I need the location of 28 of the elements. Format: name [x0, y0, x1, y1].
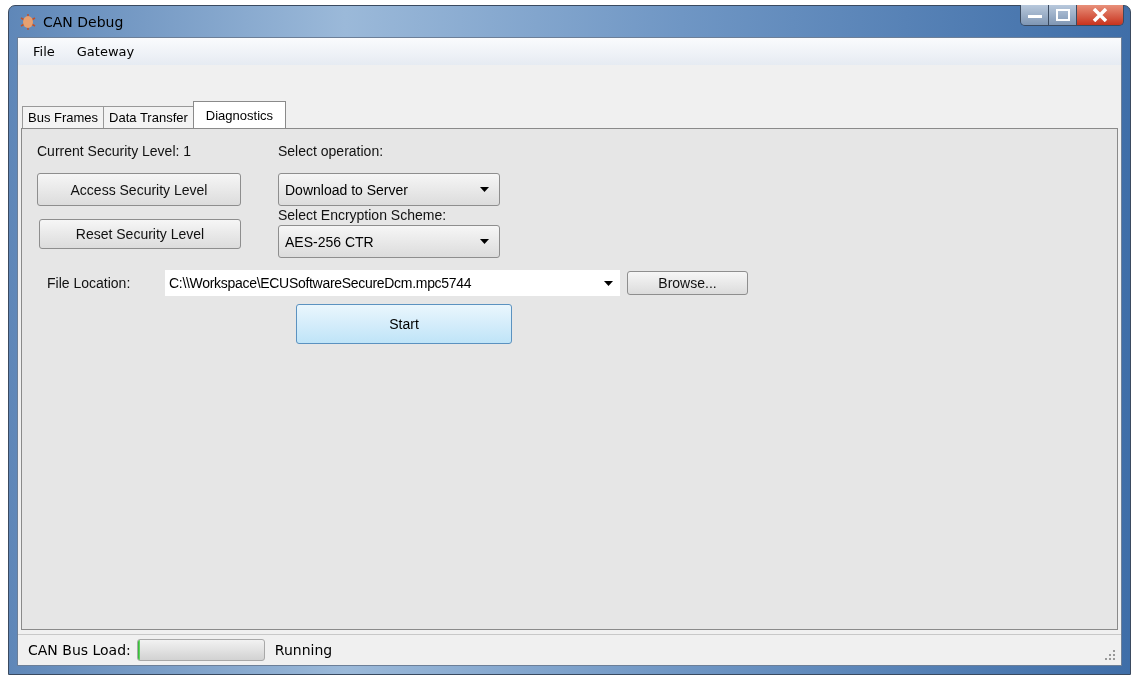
menu-item[interactable]: File: [32, 44, 56, 59]
file-location-label: File Location:: [47, 275, 132, 291]
bug-icon: [19, 12, 37, 31]
operation-label: Select operation:: [278, 143, 384, 161]
encryption-dropdown[interactable]: AES-256 CTR: [278, 225, 500, 258]
window-title: CAN Debug: [43, 13, 124, 30]
reset-security-button[interactable]: Reset Security Level: [39, 219, 241, 249]
bus-load-label: CAN Bus Load:: [28, 642, 131, 658]
caret-icon: [480, 187, 489, 192]
access-security-button[interactable]: Access Security Level: [37, 173, 241, 206]
maximize-button[interactable]: [1049, 5, 1077, 25]
tab[interactable]: Bus Frames: [22, 106, 105, 128]
tab[interactable]: Diagnostics: [192, 101, 287, 128]
close-button[interactable]: [1077, 5, 1123, 25]
start-button[interactable]: Start: [296, 304, 512, 344]
resize-grip-icon: [1105, 650, 1115, 660]
status-text: Running: [274, 642, 333, 658]
minimize-button[interactable]: [1021, 5, 1049, 25]
menu-item[interactable]: Gateway: [75, 44, 136, 59]
browse-button[interactable]: Browse...: [627, 271, 748, 295]
caret-icon: [480, 239, 489, 244]
maximize-icon: [1055, 9, 1070, 21]
security-level-label: Current Security Level: 1: [37, 143, 192, 161]
caret-icon: [604, 280, 613, 286]
operation-dropdown[interactable]: Download to Server: [278, 173, 500, 206]
file-location-field[interactable]: C:\\Workspace\ECUSoftwareSecureDcm.mpc5744: [165, 270, 620, 296]
close-icon: [1092, 8, 1108, 22]
encryption-label: Select Encryption Scheme:: [278, 207, 447, 225]
